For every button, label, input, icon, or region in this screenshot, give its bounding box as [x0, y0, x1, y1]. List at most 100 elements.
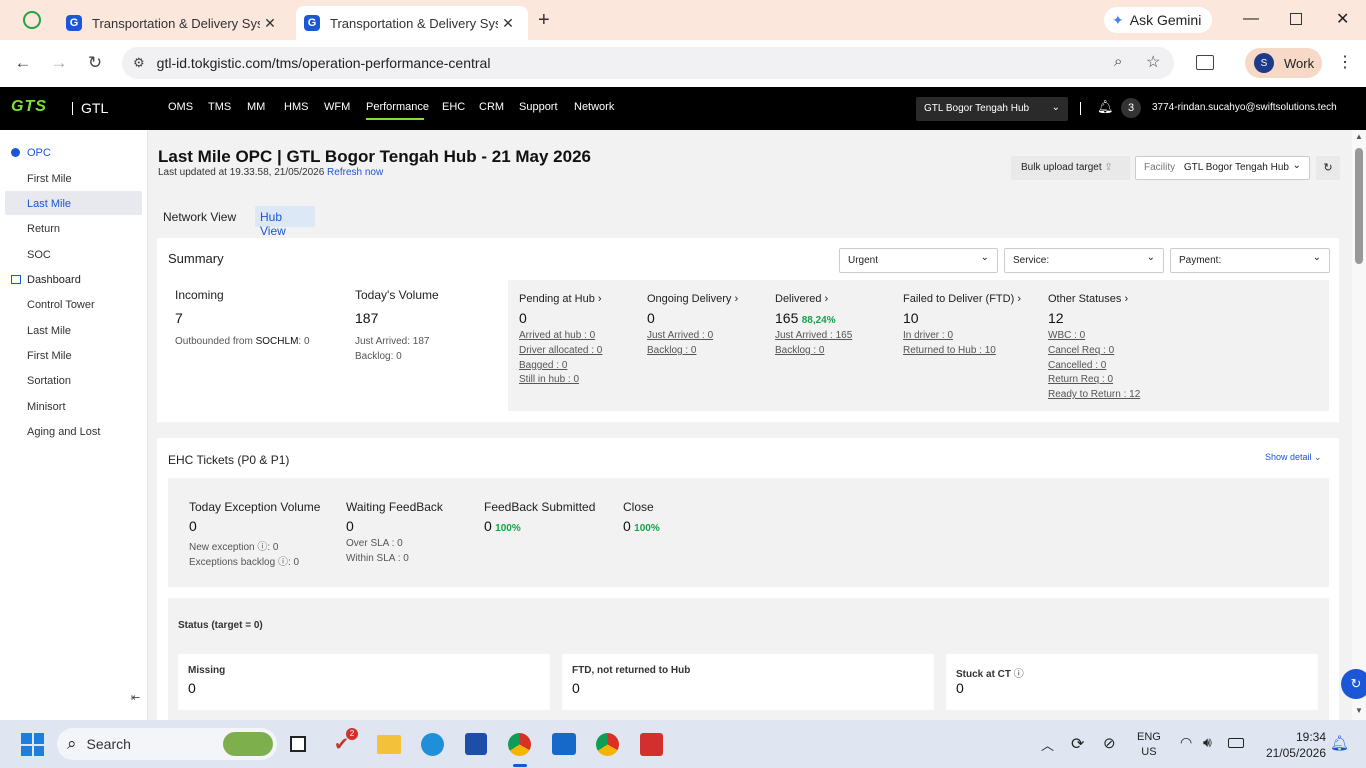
whatsapp-icon[interactable]	[23, 11, 41, 29]
nav-network[interactable]: Network	[574, 101, 614, 113]
forward-icon[interactable]: →	[47, 52, 71, 76]
browser-menu-icon[interactable]: ⋮	[1337, 52, 1353, 72]
ftd-link[interactable]: Failed to Deliver (FTD) ›	[903, 293, 1021, 305]
refresh-button[interactable]: ↻	[1316, 156, 1340, 180]
sidebar-item-first-mile[interactable]: First Mile	[27, 173, 72, 185]
new-tab-icon[interactable]: +	[538, 9, 550, 32]
close-window-icon[interactable]: ✕	[1336, 9, 1349, 29]
url-bar[interactable]: ⚙ gtl-id.tokgistic.com/tms/operation-per…	[122, 47, 1174, 79]
sidebar-item-soc[interactable]: SOC	[27, 249, 51, 261]
payment-filter[interactable]: Payment: ⌄	[1170, 248, 1330, 273]
show-detail-link[interactable]: Show detail ⌄	[1265, 452, 1322, 463]
ready-to-return-link[interactable]: Ready to Return : 12	[1048, 389, 1140, 400]
hub-select[interactable]: GTL Bogor Tengah Hub ⌄	[916, 97, 1068, 121]
sync-icon[interactable]: ⟳	[1071, 734, 1084, 754]
cancel-req-link[interactable]: Cancel Req : 0	[1048, 345, 1114, 356]
nav-ehc[interactable]: EHC	[442, 101, 465, 113]
nav-hms[interactable]: HMS	[284, 101, 308, 113]
sidebar-section-opc[interactable]: OPC	[27, 147, 51, 159]
mail-app-icon[interactable]	[552, 733, 576, 755]
sidebar-item-dash-last-mile[interactable]: Last Mile	[27, 325, 71, 337]
sidebar-section-dashboard[interactable]: Dashboard	[27, 274, 81, 286]
profile-button[interactable]: S Work	[1245, 48, 1322, 78]
chat-support-icon[interactable]: ↻	[1341, 669, 1366, 699]
edge-icon[interactable]	[421, 733, 444, 756]
page-scrollbar[interactable]: ▲ ▼	[1352, 130, 1366, 720]
collapse-sidebar-icon[interactable]: ⇤	[131, 691, 140, 704]
scrollbar-thumb[interactable]	[1355, 148, 1363, 264]
close-tab-icon[interactable]: ✕	[498, 15, 518, 32]
scroll-down-icon[interactable]: ▼	[1355, 706, 1363, 715]
sidebar-item-control-tower[interactable]: Control Tower	[27, 299, 95, 311]
sidebar-item-return[interactable]: Return	[27, 223, 60, 235]
nav-tms[interactable]: TMS	[208, 101, 231, 113]
in-driver-link[interactable]: In driver : 0	[903, 330, 953, 341]
bulk-upload-button[interactable]: Bulk upload target ⇪	[1011, 156, 1130, 180]
driver-allocated-link[interactable]: Driver allocated : 0	[519, 345, 602, 356]
urgent-filter[interactable]: Urgent ⌄	[839, 248, 998, 273]
nav-performance[interactable]: Performance	[366, 101, 429, 113]
nav-oms[interactable]: OMS	[168, 101, 193, 113]
wbc-link[interactable]: WBC : 0	[1048, 330, 1085, 341]
language-indicator[interactable]: ENG US	[1137, 730, 1161, 760]
task-view-icon[interactable]	[290, 736, 306, 752]
store-icon[interactable]	[465, 733, 487, 755]
other-statuses-link[interactable]: Other Statuses ›	[1048, 293, 1128, 305]
minimize-icon[interactable]: —	[1243, 10, 1259, 28]
refresh-link[interactable]: Refresh now	[327, 167, 383, 178]
reload-icon[interactable]: ↻	[83, 52, 107, 76]
return-req-link[interactable]: Return Req : 0	[1048, 374, 1113, 385]
bagged-link[interactable]: Bagged : 0	[519, 360, 567, 371]
browser-tab-2-active[interactable]: G Transportation & Delivery Syste ✕	[296, 6, 528, 40]
sidebar-item-sortation[interactable]: Sortation	[27, 375, 71, 387]
file-explorer-icon[interactable]	[377, 735, 401, 754]
pdf-app-icon[interactable]	[640, 733, 663, 756]
tab-hub-view[interactable]: Hub View	[255, 206, 315, 238]
ongoing-backlog-link[interactable]: Backlog : 0	[647, 345, 696, 356]
delivered-just-arrived-link[interactable]: Just Arrived : 165	[775, 330, 852, 341]
help-icon[interactable]: ⓘ	[278, 557, 288, 568]
volume-icon[interactable]: 🔊︎	[1203, 734, 1212, 751]
sidebar-item-last-mile[interactable]: Last Mile	[27, 198, 71, 210]
back-icon[interactable]: ←	[11, 52, 35, 76]
show-hidden-icons[interactable]: ︿	[1041, 735, 1054, 754]
close-tab-icon[interactable]: ✕	[260, 15, 280, 32]
zoom-icon[interactable]: ⌕	[1114, 53, 1122, 70]
cancelled-link[interactable]: Cancelled : 0	[1048, 360, 1106, 371]
windows-start-icon[interactable]	[21, 733, 44, 756]
notification-bell-icon[interactable]: 🔔︎	[1330, 734, 1349, 752]
tab-search-icon[interactable]	[1196, 55, 1214, 70]
network-off-icon[interactable]: ⊘	[1103, 734, 1116, 752]
site-info-icon[interactable]: ⚙	[133, 55, 145, 71]
help-icon[interactable]: ⓘ	[1014, 669, 1024, 680]
ongoing-delivery-link[interactable]: Ongoing Delivery ›	[647, 293, 738, 305]
taskbar-search[interactable]: ⌕ Search	[57, 728, 277, 760]
help-icon[interactable]: ⓘ	[257, 542, 267, 553]
battery-icon[interactable]	[1228, 738, 1244, 748]
bell-icon[interactable]: 🔔︎	[1097, 99, 1114, 115]
status-card-ftd-not-returned[interactable]: FTD, not returned to Hub 0	[562, 654, 934, 710]
nav-support[interactable]: Support	[519, 101, 558, 113]
status-card-stuck-at-ct[interactable]: Stuck at CT ⓘ 0	[946, 654, 1318, 710]
facility-select[interactable]: Facility GTL Bogor Tengah Hub ⌄	[1135, 156, 1310, 180]
gts-logo[interactable]: GTS	[11, 98, 47, 116]
delivered-backlog-link[interactable]: Backlog : 0	[775, 345, 824, 356]
ongoing-just-arrived-link[interactable]: Just Arrived : 0	[647, 330, 713, 341]
still-in-hub-link[interactable]: Still in hub : 0	[519, 374, 579, 385]
user-email[interactable]: 3774-rindan.sucahyo@swiftsolutions.tech	[1152, 102, 1337, 113]
sidebar-item-aging-lost[interactable]: Aging and Lost	[27, 426, 100, 438]
tab-network-view[interactable]: Network View	[163, 210, 236, 224]
maximize-icon[interactable]	[1290, 13, 1302, 25]
status-card-missing[interactable]: Missing 0	[178, 654, 550, 710]
chrome-work-icon[interactable]	[508, 733, 531, 756]
chrome-personal-icon[interactable]	[596, 733, 619, 756]
ask-gemini-button[interactable]: ✦ Ask Gemini	[1104, 7, 1212, 33]
delivered-link[interactable]: Delivered ›	[775, 293, 828, 305]
pending-at-hub-link[interactable]: Pending at Hub ›	[519, 293, 602, 305]
arrived-at-hub-link[interactable]: Arrived at hub : 0	[519, 330, 595, 341]
notification-count-badge[interactable]: 3	[1121, 98, 1141, 118]
scroll-up-icon[interactable]: ▲	[1355, 132, 1363, 141]
nav-crm[interactable]: CRM	[479, 101, 504, 113]
bookmark-star-icon[interactable]: ☆	[1146, 52, 1160, 72]
wifi-icon[interactable]: ◠	[1180, 734, 1192, 751]
